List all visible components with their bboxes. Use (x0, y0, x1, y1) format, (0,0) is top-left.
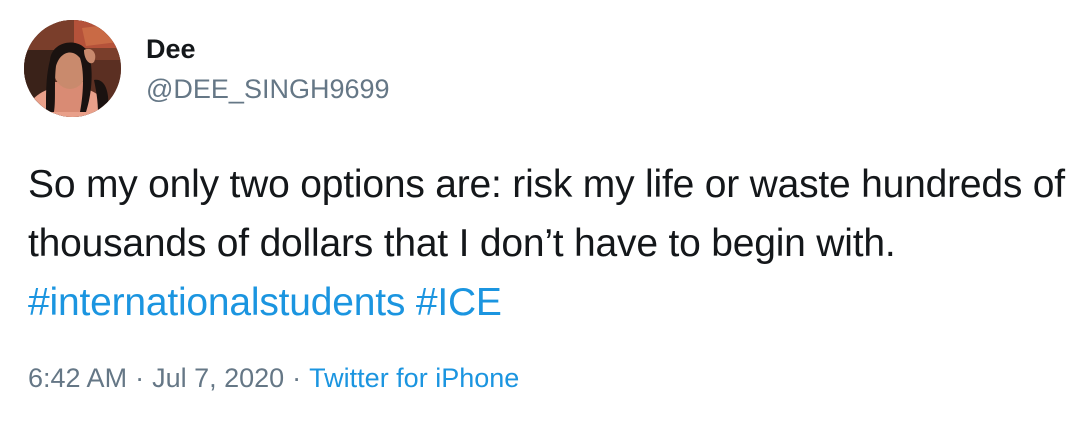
tweet-metadata: 6:42 AM · Jul 7, 2020 · Twitter for iPhone (28, 362, 519, 394)
tweet-text: So my only two options are: risk my life… (28, 155, 1068, 332)
tweet-text-content: So my only two options are: risk my life… (28, 163, 1065, 265)
separator-dot: · (292, 363, 302, 393)
tweet-date[interactable]: Jul 7, 2020 (152, 363, 284, 393)
avatar[interactable] (24, 20, 121, 117)
separator-dot: · (135, 363, 145, 393)
tweet-time[interactable]: 6:42 AM (28, 363, 127, 393)
avatar-photo (24, 20, 121, 117)
tweet-source-link[interactable]: Twitter for iPhone (309, 363, 519, 393)
tweet-card: Dee @DEE_SINGH9699 So my only two option… (0, 0, 1078, 421)
hashtag-link[interactable]: #ICE (416, 281, 502, 324)
author-display-name[interactable]: Dee (146, 33, 196, 65)
hashtag-link[interactable]: #internationalstudents (28, 281, 405, 324)
author-handle[interactable]: @DEE_SINGH9699 (146, 73, 390, 105)
